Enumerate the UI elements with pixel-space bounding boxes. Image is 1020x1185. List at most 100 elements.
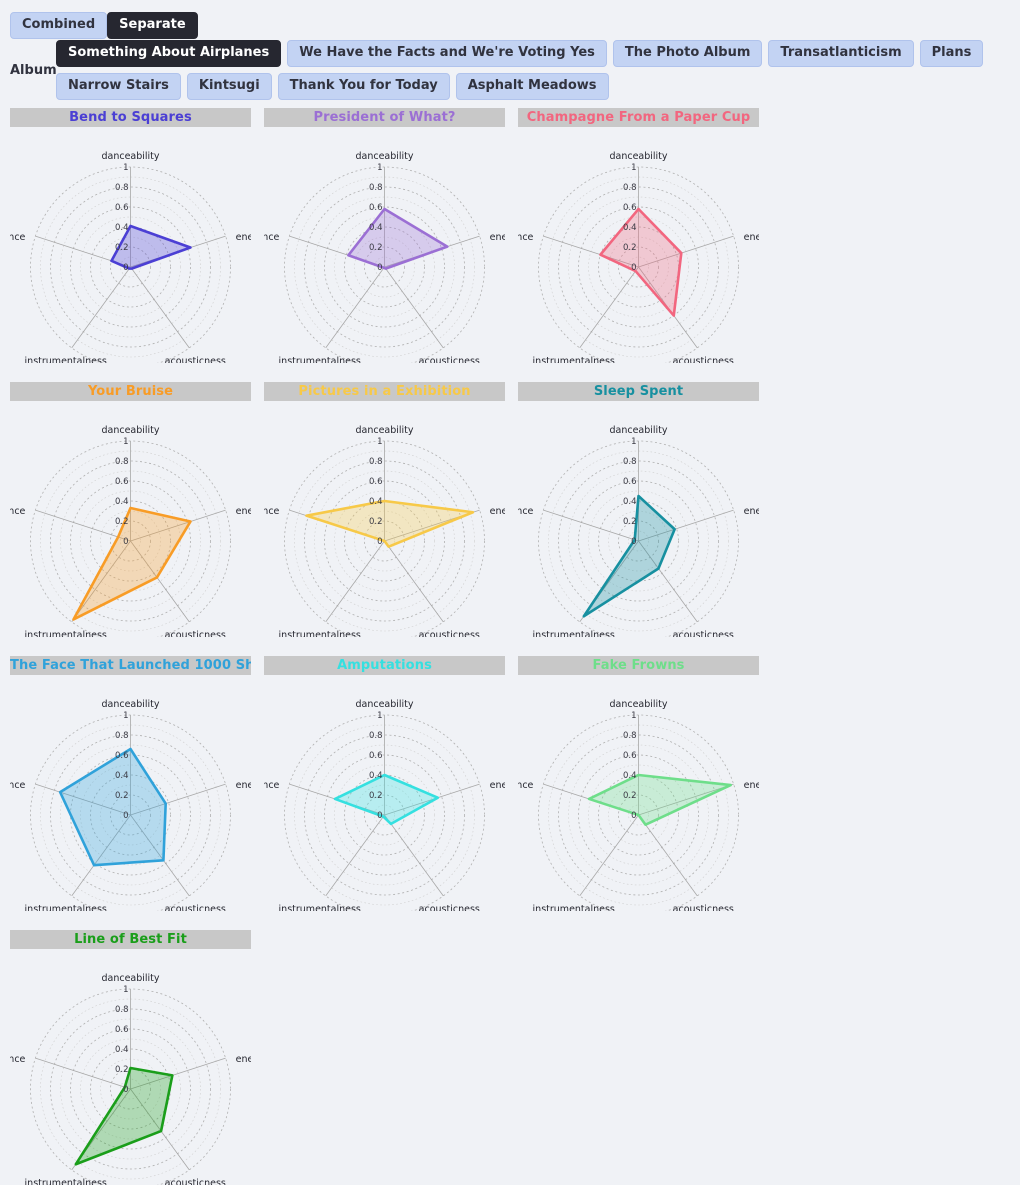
axis-label-danceability: danceability — [101, 973, 159, 984]
radar-chart-card: Fake Frowns 0 0.2 0.4 0.6 0.8 1 danceability ene… — [518, 656, 759, 911]
radar-series-polygon — [72, 506, 192, 621]
axis-label-acousticness: acousticness — [673, 630, 734, 637]
view-mode-selector[interactable]: Combined Separate — [10, 12, 198, 39]
album-option-6[interactable]: Kintsugi — [186, 73, 272, 100]
radial-tick-label: 0.8 — [623, 457, 637, 467]
radial-tick-label: 1 — [377, 711, 382, 721]
radar-chart-card: Pictures in a Exhibition 0 0.2 0.4 0.6 0.8 1 da… — [264, 382, 505, 637]
axis-label-valence: valence — [264, 232, 280, 243]
radial-tick-label: 0.8 — [115, 183, 129, 193]
radial-tick-label: 0.6 — [369, 751, 383, 761]
album-option-7[interactable]: Thank You for Today — [277, 73, 450, 100]
radial-tick-label: 1 — [631, 163, 636, 173]
radial-tick-label: 0.4 — [115, 223, 129, 233]
axis-label-valence: valence — [10, 506, 26, 517]
radar-chart-title: Champagne From a Paper Cup — [518, 108, 759, 127]
album-option-1[interactable]: We Have the Facts and We're Voting Yes — [287, 40, 607, 67]
radial-tick-label: 0 — [123, 811, 128, 821]
axis-label-valence: valence — [518, 232, 534, 243]
radial-tick-label: 0.8 — [623, 731, 637, 741]
axis-label-energy: energy — [490, 506, 505, 517]
radar-plot[interactable]: 0 0.2 0.4 0.6 0.8 1danceability energy acoustic… — [518, 401, 759, 637]
album-filter: Album Something About Airplanes We Have t… — [10, 40, 1020, 100]
radial-tick-label: 0.2 — [115, 243, 129, 253]
radial-tick-label: 0 — [631, 263, 636, 273]
axis-label-acousticness: acousticness — [165, 1178, 226, 1185]
axis-label-danceability: danceability — [609, 151, 667, 162]
radial-tick-label: 0 — [377, 263, 382, 273]
radial-tick-label: 0.6 — [115, 751, 129, 761]
album-option-2[interactable]: The Photo Album — [612, 40, 763, 67]
radar-plot[interactable]: 0 0.2 0.4 0.6 0.8 1danceability energy acoustic… — [518, 127, 759, 363]
axis-label-energy: energy — [744, 232, 759, 243]
axis-label-danceability: danceability — [609, 699, 667, 710]
radial-tick-label: 1 — [631, 437, 636, 447]
radar-series-polygon — [582, 494, 676, 618]
album-option-4[interactable]: Plans — [919, 40, 984, 67]
view-mode-option-combined[interactable]: Combined — [10, 12, 108, 39]
radial-tick-label: 0.4 — [369, 223, 383, 233]
album-option-0[interactable]: Something About Airplanes — [56, 40, 282, 67]
radial-tick-label: 0.8 — [369, 731, 383, 741]
radial-tick-label: 1 — [123, 985, 128, 995]
radial-tick-label: 0.6 — [115, 1025, 129, 1035]
radar-plot[interactable]: 0 0.2 0.4 0.6 0.8 1danceability energy acoustic… — [518, 675, 759, 911]
axis-label-instrumentalness: instrumentalness — [533, 630, 615, 637]
radar-chart-card: Sleep Spent 0 0.2 0.4 0.6 0.8 1 danceability ene… — [518, 382, 759, 637]
radar-chart-grid: Bend to Squares 0 0.2 0.4 0.6 0.8 1 danceabilit… — [10, 108, 1010, 1185]
radial-tick-label: 0.6 — [623, 203, 637, 213]
radar-plot[interactable]: 0 0.2 0.4 0.6 0.8 1danceability energy acoustic… — [10, 401, 251, 637]
radar-series-polygon — [599, 207, 683, 317]
album-option-8[interactable]: Asphalt Meadows — [455, 73, 609, 100]
radial-tick-label: 0.4 — [115, 771, 129, 781]
radial-tick-label: 1 — [631, 711, 636, 721]
radar-plot[interactable]: 0 0.2 0.4 0.6 0.8 1danceability energy acoustic… — [10, 127, 251, 363]
axis-label-energy: energy — [236, 506, 251, 517]
radar-plot[interactable]: 0 0.2 0.4 0.6 0.8 1danceability energy acoustic… — [264, 127, 505, 363]
axis-label-valence: valence — [10, 1054, 26, 1065]
album-filter-options[interactable]: Something About Airplanes We Have the Fac… — [56, 40, 1020, 100]
radar-chart-title: Amputations — [264, 656, 505, 675]
radar-chart-card: Your Bruise 0 0.2 0.4 0.6 0.8 1 danceability ene… — [10, 382, 251, 637]
radar-chart-title: Bend to Squares — [10, 108, 251, 127]
radial-tick-label: 0.2 — [623, 517, 637, 527]
axis-label-energy: energy — [490, 232, 505, 243]
axis-label-acousticness: acousticness — [165, 356, 226, 363]
radial-tick-label: 0 — [123, 537, 128, 547]
radar-series-polygon — [333, 773, 440, 826]
album-option-5[interactable]: Narrow Stairs — [56, 73, 181, 100]
radar-series-polygon — [305, 499, 475, 548]
axis-label-energy: energy — [236, 232, 251, 243]
radial-tick-label: 0.2 — [115, 791, 129, 801]
radar-chart-card: Amputations 0 0.2 0.4 0.6 0.8 1 danceability ene… — [264, 656, 505, 911]
radial-tick-label: 0.6 — [623, 751, 637, 761]
axis-label-energy: energy — [490, 780, 505, 791]
axis-label-instrumentalness: instrumentalness — [25, 1178, 107, 1185]
radar-chart-card: The Face That Launched 1000 Shits 0 0.2 0.4… — [10, 656, 251, 911]
radial-tick-label: 0.2 — [115, 1065, 129, 1075]
axis-label-instrumentalness: instrumentalness — [279, 630, 361, 637]
axis-label-acousticness: acousticness — [419, 356, 480, 363]
radial-tick-label: 1 — [377, 163, 382, 173]
radar-plot[interactable]: 0 0.2 0.4 0.6 0.8 1danceability energy acoustic… — [264, 675, 505, 911]
axis-label-energy: energy — [236, 780, 251, 791]
radial-tick-label: 0.8 — [115, 731, 129, 741]
radar-chart-card: Bend to Squares 0 0.2 0.4 0.6 0.8 1 danceabilit… — [10, 108, 251, 363]
axis-label-danceability: danceability — [355, 151, 413, 162]
radar-plot[interactable]: 0 0.2 0.4 0.6 0.8 1danceability energy acoustic… — [10, 675, 251, 911]
axis-label-energy: energy — [744, 780, 759, 791]
radial-tick-label: 0.2 — [369, 243, 383, 253]
radar-chart-title: President of What? — [264, 108, 505, 127]
radial-tick-label: 0.8 — [115, 457, 129, 467]
axis-label-danceability: danceability — [355, 699, 413, 710]
axis-label-energy: energy — [744, 506, 759, 517]
radial-tick-label: 0.4 — [623, 223, 637, 233]
radar-plot[interactable]: 0 0.2 0.4 0.6 0.8 1danceability energy acoustic… — [264, 401, 505, 637]
radar-chart-title: Line of Best Fit — [10, 930, 251, 949]
view-mode-option-separate[interactable]: Separate — [107, 12, 198, 39]
album-option-3[interactable]: Transatlanticism — [768, 40, 914, 67]
radial-tick-label: 0.2 — [369, 517, 383, 527]
radar-plot[interactable]: 0 0.2 0.4 0.6 0.8 1danceability energy acoustic… — [10, 949, 251, 1185]
radial-tick-label: 0.2 — [623, 243, 637, 253]
radar-series-polygon — [347, 207, 449, 270]
